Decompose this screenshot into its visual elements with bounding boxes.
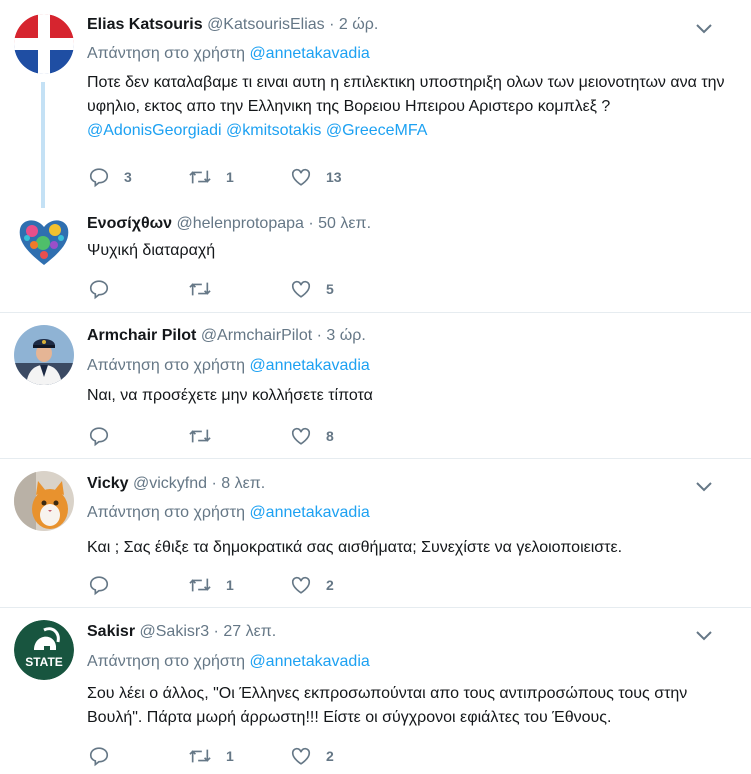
separator-dot: ·: [329, 16, 335, 33]
user-handle[interactable]: @ArmchairPilot: [201, 327, 312, 344]
reply-icon: [89, 280, 109, 300]
display-name[interactable]: Vicky: [87, 475, 129, 492]
reply-icon: [89, 576, 109, 596]
like-button[interactable]: 5: [290, 277, 334, 301]
display-name[interactable]: Sakisr: [87, 623, 135, 640]
heart-icon: [291, 747, 311, 765]
timestamp[interactable]: 27 λεπ.: [223, 623, 276, 640]
flag-avatar-icon[interactable]: [14, 14, 74, 74]
like-button[interactable]: 2: [290, 573, 334, 597]
display-name[interactable]: Ενοσίχθων: [87, 215, 172, 232]
mention-link[interactable]: @GreeceMFA: [326, 122, 428, 139]
user-handle[interactable]: @vickyfnd: [133, 475, 207, 492]
heart-icon: [291, 280, 311, 298]
reply-icon: [89, 747, 109, 767]
cat-avatar-icon[interactable]: [14, 471, 74, 531]
reply-count: 3: [124, 169, 132, 185]
mention-link[interactable]: @kmitsotakis: [226, 122, 321, 139]
tweet-header: Vicky @vickyfnd · 8 λεπ.: [87, 475, 265, 493]
heart-mosaic-avatar-icon[interactable]: [14, 211, 74, 271]
reply-prefix: Απάντηση στο χρήστη: [87, 504, 245, 521]
tweet-header: Ενοσίχθων @helenprotopapa · 50 λεπ.: [87, 215, 371, 233]
tweet-text: Ψυχική διαταραχή: [87, 242, 216, 259]
heart-icon: [291, 168, 311, 186]
tweet[interactable]: Armchair Pilot @ArmchairPilot · 3 ώρ. Απ…: [0, 313, 751, 458]
reply-to-mention[interactable]: @annetakavadia: [249, 45, 369, 62]
retweet-count: 1: [226, 748, 234, 764]
reply-prefix: Απάντηση στο χρήστη: [87, 45, 245, 62]
separator-dot: ·: [316, 327, 322, 344]
reply-context: Απάντηση στο χρήστη @annetakavadia: [87, 653, 370, 671]
separator-dot: ·: [213, 623, 219, 640]
user-handle[interactable]: @Sakisr3: [140, 623, 210, 640]
tweet-text: Ναι, να προσέχετε μην κολλήσετε τίποτα: [87, 387, 373, 404]
reply-context: Απάντηση στο χρήστη @annetakavadia: [87, 45, 370, 63]
retweet-button[interactable]: [188, 277, 226, 301]
timestamp[interactable]: 50 λεπ.: [318, 215, 371, 232]
user-handle[interactable]: @KatsourisElias: [207, 16, 325, 33]
retweet-button[interactable]: 1: [188, 573, 234, 597]
display-name[interactable]: Elias Katsouris: [87, 16, 203, 33]
reply-button[interactable]: 3: [88, 165, 132, 189]
timestamp[interactable]: 3 ώρ.: [326, 327, 365, 344]
reply-button[interactable]: [88, 277, 124, 301]
user-handle[interactable]: @helenprotopapa: [176, 215, 303, 232]
reply-prefix: Απάντηση στο χρήστη: [87, 653, 245, 670]
tweet[interactable]: Vicky @vickyfnd · 8 λεπ. Απάντηση στο χρ…: [0, 459, 751, 607]
tweet[interactable]: Elias Katsouris @KatsourisElias · 2 ώρ. …: [0, 0, 751, 200]
chevron-down-icon[interactable]: [694, 629, 714, 643]
tweet-header: Elias Katsouris @KatsourisElias · 2 ώρ.: [87, 16, 378, 34]
reply-context: Απάντηση στο χρήστη @annetakavadia: [87, 357, 370, 375]
retweet-icon: [189, 170, 211, 184]
tweet-header: Armchair Pilot @ArmchairPilot · 3 ώρ.: [87, 327, 366, 345]
avatar-label: STATE: [25, 655, 63, 669]
reply-icon: [89, 427, 109, 447]
reply-icon: [89, 168, 109, 188]
retweet-icon: [189, 749, 211, 763]
like-count: 2: [326, 577, 334, 593]
spartan-state-avatar-icon[interactable]: STATE: [14, 620, 74, 680]
retweet-count: 1: [226, 577, 234, 593]
pilot-avatar-icon[interactable]: [14, 325, 74, 385]
chevron-down-icon[interactable]: [694, 22, 714, 36]
reply-to-mention[interactable]: @annetakavadia: [249, 653, 369, 670]
tweet[interactable]: Ενοσίχθων @helenprotopapa · 50 λεπ. Ψυχι…: [0, 200, 751, 312]
retweet-icon: [189, 429, 211, 443]
heart-icon: [291, 576, 311, 594]
tweet-text: Σου λέει ο άλλος, "Οι Έλληνες εκπροσωπού…: [87, 685, 688, 726]
like-count: 13: [326, 169, 342, 185]
tweet-header: Sakisr @Sakisr3 · 27 λεπ.: [87, 623, 276, 641]
mention-link[interactable]: @AdonisGeorgiadi: [87, 122, 222, 139]
like-count: 8: [326, 428, 334, 444]
retweet-icon: [189, 578, 211, 592]
separator-dot: ·: [308, 215, 314, 232]
chevron-down-icon[interactable]: [694, 480, 714, 494]
retweet-button[interactable]: 1: [188, 165, 234, 189]
reply-context: Απάντηση στο χρήστη @annetakavadia: [87, 504, 370, 522]
text-part: Ποτε δεν καταλαβαμε τι ειναι αυτη η επιλ…: [87, 74, 725, 115]
like-button[interactable]: 2: [290, 744, 334, 768]
timestamp[interactable]: 8 λεπ.: [221, 475, 265, 492]
reply-to-mention[interactable]: @annetakavadia: [249, 357, 369, 374]
separator-dot: ·: [211, 475, 217, 492]
reply-button[interactable]: [88, 573, 124, 597]
reply-button[interactable]: [88, 424, 124, 448]
tweet-text: Και ; Σας έθιξε τα δημοκρατικά σας αισθή…: [87, 539, 623, 556]
like-count: 5: [326, 281, 334, 297]
retweet-count: 1: [226, 169, 234, 185]
retweet-button[interactable]: [188, 424, 226, 448]
like-button[interactable]: 13: [290, 165, 342, 189]
retweet-button[interactable]: 1: [188, 744, 234, 768]
display-name[interactable]: Armchair Pilot: [87, 327, 196, 344]
retweet-icon: [189, 282, 211, 296]
reply-button[interactable]: [88, 744, 124, 768]
like-count: 2: [326, 748, 334, 764]
tweet[interactable]: STATE Sakisr @Sakisr3 · 27 λεπ. Απάντηση…: [0, 608, 751, 774]
tweet-text: Ποτε δεν καταλαβαμε τι ειναι αυτη η επιλ…: [87, 71, 727, 143]
like-button[interactable]: 8: [290, 424, 334, 448]
reply-to-mention[interactable]: @annetakavadia: [249, 504, 369, 521]
reply-prefix: Απάντηση στο χρήστη: [87, 357, 245, 374]
heart-icon: [291, 427, 311, 445]
timestamp[interactable]: 2 ώρ.: [339, 16, 378, 33]
